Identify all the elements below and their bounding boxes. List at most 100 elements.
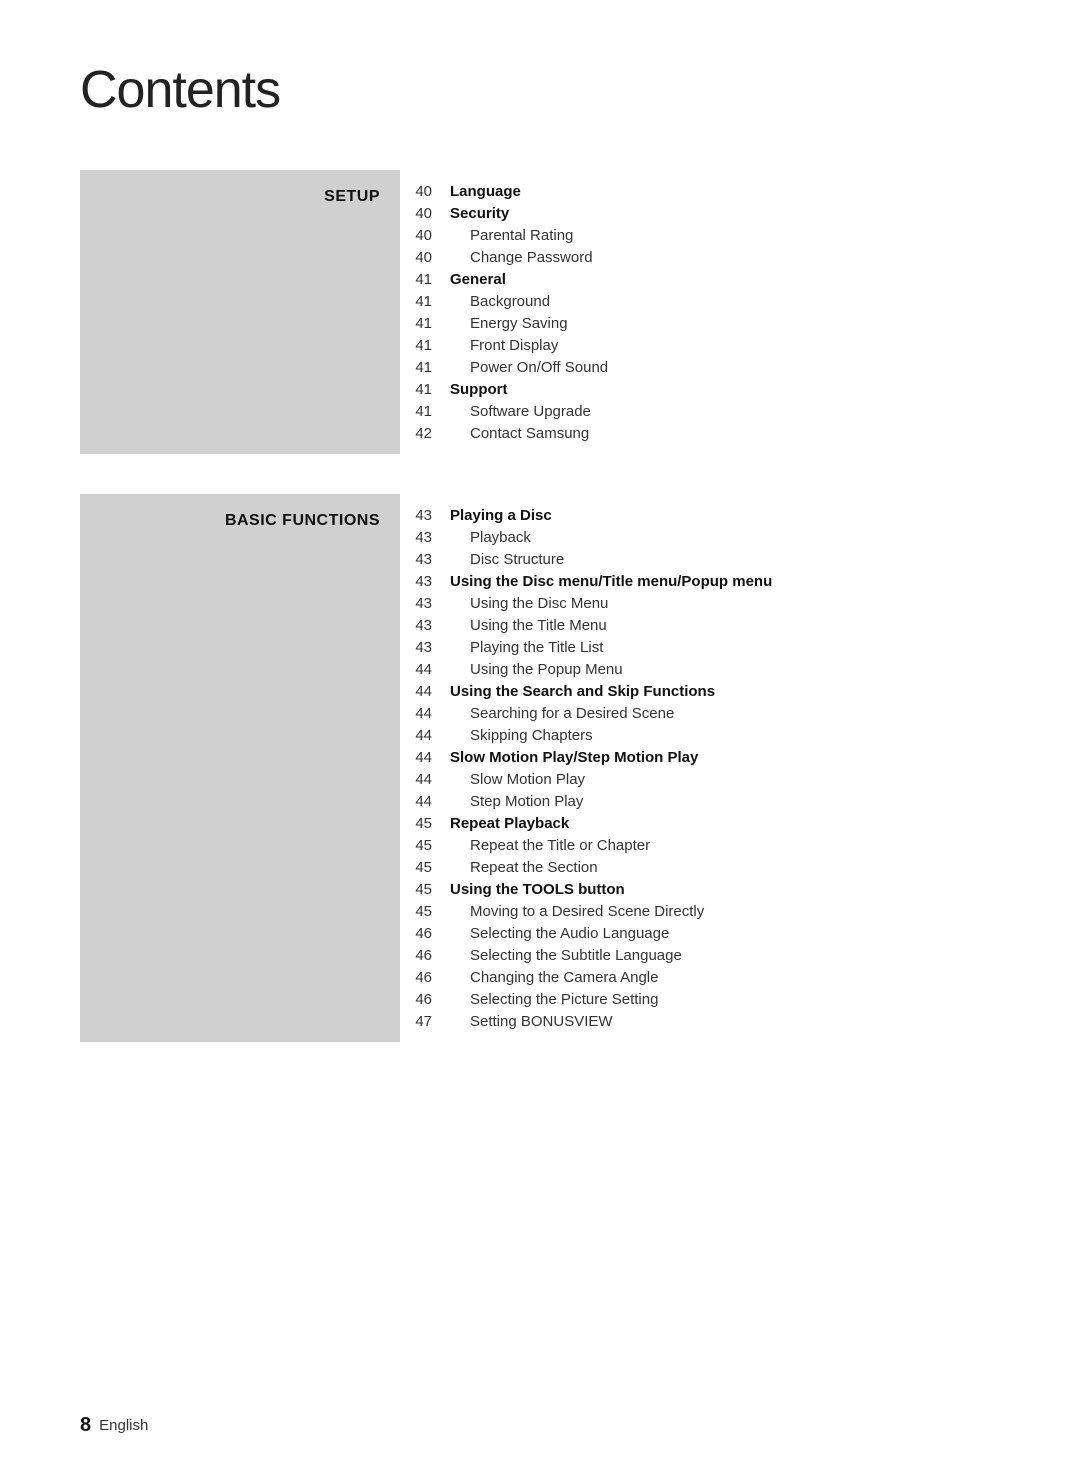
toc-page-number: 44 <box>400 749 450 766</box>
toc-page-number: 44 <box>400 793 450 810</box>
toc-text: Using the Search and Skip Functions <box>450 683 1000 700</box>
toc-entry: 40Security <box>400 202 1000 224</box>
toc-entry: 45Repeat Playback <box>400 812 1000 834</box>
toc-entry: 43Playing the Title List <box>400 636 1000 658</box>
toc-entry: 41General <box>400 268 1000 290</box>
toc-text: Skipping Chapters <box>450 727 1000 744</box>
toc-text: Power On/Off Sound <box>450 359 1000 376</box>
toc-page-number: 40 <box>400 183 450 200</box>
toc-text: Repeat the Section <box>450 859 1000 876</box>
footer-language: English <box>99 1417 148 1434</box>
toc-page-number: 46 <box>400 947 450 964</box>
toc-page-number: 45 <box>400 859 450 876</box>
toc-entry: 45Repeat the Section <box>400 856 1000 878</box>
toc-page-number: 40 <box>400 205 450 222</box>
section-label-setup: SETUP <box>324 188 380 206</box>
toc-page-number: 40 <box>400 227 450 244</box>
toc-entry: 44Slow Motion Play/Step Motion Play <box>400 746 1000 768</box>
section-content-basic-functions: 43Playing a Disc43Playback43Disc Structu… <box>400 494 1000 1042</box>
toc-text: Change Password <box>450 249 1000 266</box>
sections-container: SETUP40Language40Security40Parental Rati… <box>80 170 1000 1042</box>
toc-text: General <box>450 271 1000 288</box>
toc-entry: 41Power On/Off Sound <box>400 356 1000 378</box>
toc-text: Security <box>450 205 1000 222</box>
toc-entry: 44Using the Popup Menu <box>400 658 1000 680</box>
toc-page-number: 41 <box>400 293 450 310</box>
section-label-basic-functions: BASIC FUNCTIONS <box>225 512 380 530</box>
toc-page-number: 41 <box>400 381 450 398</box>
toc-text: Selecting the Subtitle Language <box>450 947 1000 964</box>
toc-page-number: 45 <box>400 881 450 898</box>
toc-page-number: 41 <box>400 403 450 420</box>
toc-text: Searching for a Desired Scene <box>450 705 1000 722</box>
toc-text: Front Display <box>450 337 1000 354</box>
toc-text: Contact Samsung <box>450 425 1000 442</box>
toc-text: Selecting the Picture Setting <box>450 991 1000 1008</box>
toc-text: Language <box>450 183 1000 200</box>
toc-text: Parental Rating <box>450 227 1000 244</box>
toc-text: Selecting the Audio Language <box>450 925 1000 942</box>
toc-text: Using the Title Menu <box>450 617 1000 634</box>
section-label-col-basic-functions: BASIC FUNCTIONS <box>80 494 400 1042</box>
toc-entry: 45Using the TOOLS button <box>400 878 1000 900</box>
toc-text: Playing a Disc <box>450 507 1000 524</box>
toc-entry: 41Front Display <box>400 334 1000 356</box>
toc-page-number: 43 <box>400 617 450 634</box>
toc-page-number: 40 <box>400 249 450 266</box>
toc-text: Repeat Playback <box>450 815 1000 832</box>
toc-text: Using the Disc Menu <box>450 595 1000 612</box>
toc-entry: 40Language <box>400 180 1000 202</box>
toc-page-number: 46 <box>400 991 450 1008</box>
toc-page-number: 44 <box>400 683 450 700</box>
toc-page-number: 45 <box>400 903 450 920</box>
toc-entry: 44Slow Motion Play <box>400 768 1000 790</box>
toc-entry: 45Repeat the Title or Chapter <box>400 834 1000 856</box>
toc-text: Step Motion Play <box>450 793 1000 810</box>
toc-text: Support <box>450 381 1000 398</box>
section-content-setup: 40Language40Security40Parental Rating40C… <box>400 170 1000 454</box>
section-setup: SETUP40Language40Security40Parental Rati… <box>80 170 1000 454</box>
toc-page-number: 41 <box>400 315 450 332</box>
toc-page-number: 46 <box>400 925 450 942</box>
toc-entry: 46Selecting the Subtitle Language <box>400 944 1000 966</box>
toc-text: Software Upgrade <box>450 403 1000 420</box>
toc-text: Slow Motion Play/Step Motion Play <box>450 749 1000 766</box>
toc-page-number: 44 <box>400 727 450 744</box>
toc-text: Moving to a Desired Scene Directly <box>450 903 1000 920</box>
toc-page-number: 45 <box>400 815 450 832</box>
toc-entry: 46Changing the Camera Angle <box>400 966 1000 988</box>
toc-text: Repeat the Title or Chapter <box>450 837 1000 854</box>
page-title: Contents <box>80 60 1000 120</box>
toc-text: Energy Saving <box>450 315 1000 332</box>
toc-text: Using the TOOLS button <box>450 881 1000 898</box>
footer: 8 English <box>80 1414 148 1437</box>
toc-entry: 40Change Password <box>400 246 1000 268</box>
toc-entry: 46Selecting the Picture Setting <box>400 988 1000 1010</box>
toc-entry: 44Skipping Chapters <box>400 724 1000 746</box>
section-basic-functions: BASIC FUNCTIONS43Playing a Disc43Playbac… <box>80 494 1000 1042</box>
toc-entry: 43Disc Structure <box>400 548 1000 570</box>
toc-page-number: 44 <box>400 661 450 678</box>
toc-entry: 43Using the Disc menu/Title menu/Popup m… <box>400 570 1000 592</box>
toc-entry: 47Setting BONUSVIEW <box>400 1010 1000 1032</box>
toc-entry: 43Playback <box>400 526 1000 548</box>
toc-entry: 44Step Motion Play <box>400 790 1000 812</box>
toc-page-number: 43 <box>400 639 450 656</box>
section-label-col-setup: SETUP <box>80 170 400 454</box>
toc-entry: 44Searching for a Desired Scene <box>400 702 1000 724</box>
toc-page-number: 43 <box>400 573 450 590</box>
toc-text: Playback <box>450 529 1000 546</box>
toc-entry: 44Using the Search and Skip Functions <box>400 680 1000 702</box>
toc-page-number: 43 <box>400 595 450 612</box>
toc-text: Setting BONUSVIEW <box>450 1013 1000 1030</box>
toc-page-number: 44 <box>400 771 450 788</box>
footer-page-number: 8 <box>80 1414 91 1437</box>
toc-entry: 42Contact Samsung <box>400 422 1000 444</box>
toc-entry: 41Software Upgrade <box>400 400 1000 422</box>
toc-page-number: 42 <box>400 425 450 442</box>
toc-entry: 43Using the Disc Menu <box>400 592 1000 614</box>
toc-page-number: 43 <box>400 507 450 524</box>
toc-text: Using the Disc menu/Title menu/Popup men… <box>450 573 1000 590</box>
toc-page-number: 41 <box>400 337 450 354</box>
toc-page-number: 45 <box>400 837 450 854</box>
